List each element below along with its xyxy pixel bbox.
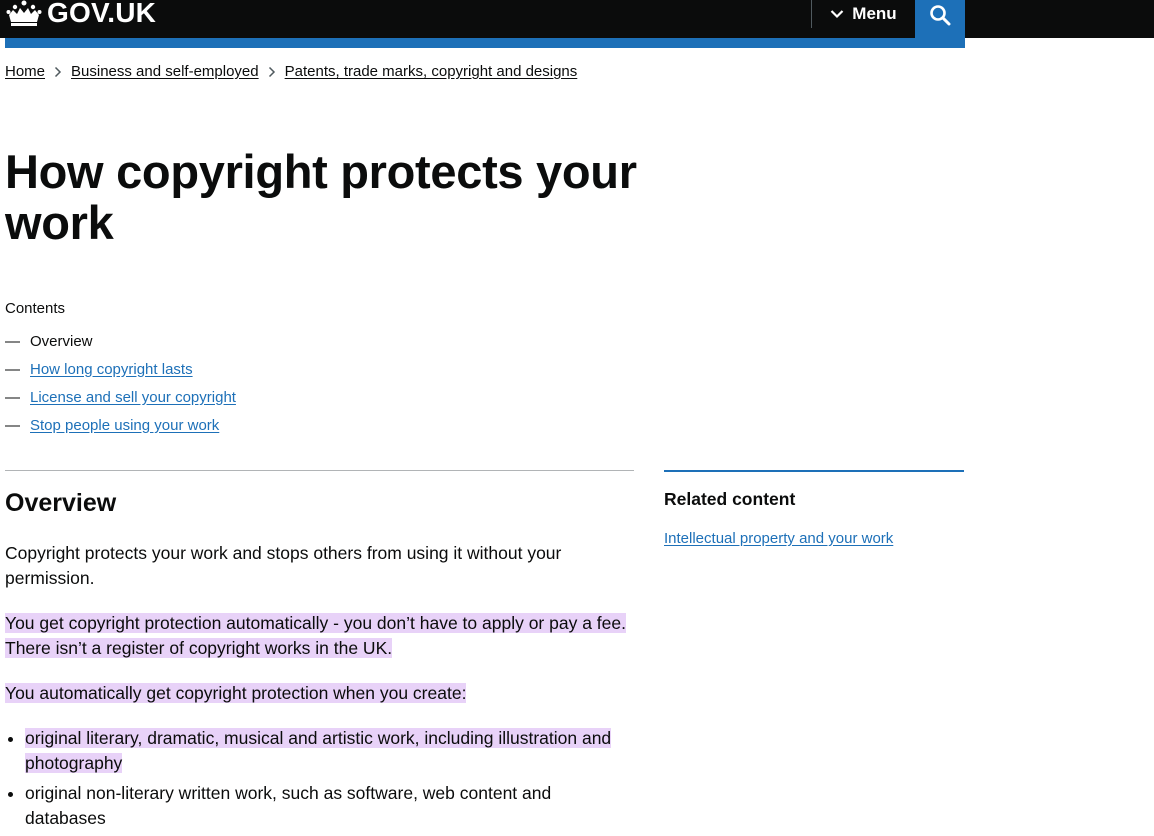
crown-icon [6, 0, 42, 26]
works-list: original literary, dramatic, musical and… [5, 726, 635, 831]
contents-link-stop-people[interactable]: Stop people using your work [30, 417, 219, 434]
paragraph-intro: Copyright protects your work and stops o… [5, 541, 635, 591]
breadcrumb-home[interactable]: Home [5, 63, 45, 80]
logo-text: GOV.UK [47, 0, 157, 28]
contents-link-license-and-sell[interactable]: License and sell your copyright [30, 389, 236, 406]
related-top-border [664, 470, 964, 472]
contents-item-stop-people: — Stop people using your work [5, 411, 236, 439]
highlighted-text: original literary, dramatic, musical and… [25, 728, 612, 773]
page-title: How copyright protects your work [5, 145, 637, 249]
contents-dash: — [5, 388, 20, 406]
section-heading: Overview [5, 489, 117, 517]
list-item: original non-literary written work, such… [25, 781, 635, 831]
breadcrumb-business[interactable]: Business and self-employed [71, 63, 259, 80]
highlighted-text: You automatically get copyright protecti… [5, 683, 467, 703]
menu-button-label: Menu [852, 4, 897, 23]
search-button[interactable] [915, 0, 965, 38]
list-item: original literary, dramatic, musical and… [25, 726, 635, 776]
paragraph-text: Copyright protects your work and stops o… [5, 543, 562, 588]
related-link-intellectual-property[interactable]: Intellectual property and your work [664, 530, 893, 547]
search-icon [930, 5, 951, 26]
contents-dash: — [5, 360, 20, 378]
header-blue-bar [5, 38, 965, 48]
contents-item-overview: — Overview [5, 327, 236, 355]
contents-list: Contents — Overview — How long copyright… [5, 300, 236, 439]
paragraph-create: You automatically get copyright protecti… [5, 681, 635, 706]
breadcrumb: Home Business and self-employed Patents,… [5, 63, 577, 80]
section-divider [5, 470, 634, 471]
section-body: Copyright protects your work and stops o… [5, 541, 635, 836]
breadcrumb-patents[interactable]: Patents, trade marks, copyright and desi… [285, 63, 578, 80]
related-heading: Related content [664, 489, 796, 509]
paragraph-automatic: You get copyright protection automatical… [5, 611, 635, 661]
menu-button[interactable]: Menu [812, 0, 915, 28]
contents-dash: — [5, 332, 20, 350]
contents-item-how-long: — How long copyright lasts [5, 355, 236, 383]
chevron-down-icon [831, 10, 844, 19]
govuk-logo-link[interactable]: GOV.UK [5, 0, 156, 32]
chevron-right-icon [45, 63, 71, 80]
related-content: Related content Intellectual property an… [664, 489, 964, 548]
chevron-right-icon [259, 63, 285, 80]
site-header: GOV.UK Menu [0, 0, 1154, 38]
contents-dash: — [5, 416, 20, 434]
contents-label: Contents [5, 300, 66, 317]
contents-link-how-long-copyright-lasts[interactable]: How long copyright lasts [30, 361, 193, 378]
contents-item-label: Overview [30, 332, 93, 350]
highlighted-text: You get copyright protection automatical… [5, 613, 626, 658]
contents-item-license: — License and sell your copyright [5, 383, 236, 411]
list-item-text: original non-literary written work, such… [25, 783, 552, 828]
